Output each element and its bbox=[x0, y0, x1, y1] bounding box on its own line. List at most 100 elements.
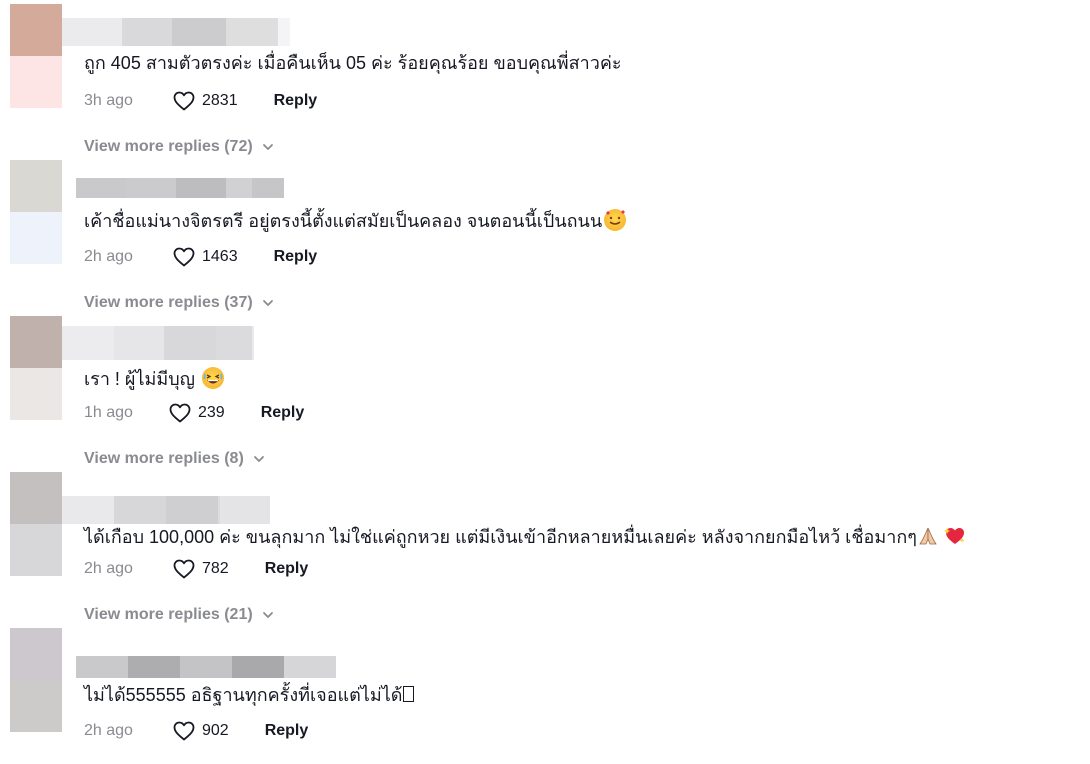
heart-icon bbox=[173, 91, 195, 111]
comment-text: ไม่ได้555555 อธิฐานทุกครั้งที่เจอแต่ไม่ไ… bbox=[84, 682, 415, 708]
comment-meta: 1h ago 239 Reply bbox=[84, 400, 304, 426]
avatar[interactable] bbox=[10, 160, 62, 264]
username-blur-block bbox=[172, 18, 226, 46]
username-blurred[interactable] bbox=[76, 178, 284, 198]
username-blur-block bbox=[220, 496, 270, 524]
like-count: 782 bbox=[202, 560, 229, 577]
username-blurred[interactable] bbox=[62, 496, 270, 524]
username-blur-block bbox=[76, 178, 126, 198]
comment-text: เค้าชื่อแม่นางจิตรตรี อยู่ตรงนี้ตั้งแต่ส… bbox=[84, 208, 627, 234]
folded-hands-icon bbox=[917, 525, 939, 547]
username-blur-block bbox=[226, 178, 252, 198]
username-blur-block bbox=[252, 178, 284, 198]
heart-icon bbox=[173, 721, 195, 741]
username-blur-block bbox=[278, 18, 290, 46]
comment-meta: 3h ago 2831 Reply bbox=[84, 88, 317, 114]
chevron-down-icon bbox=[262, 300, 273, 306]
comment-meta: 2h ago 902 Reply bbox=[84, 718, 308, 744]
reply-button[interactable]: Reply bbox=[274, 92, 318, 110]
view-more-replies-label: View more replies (8) bbox=[84, 450, 244, 467]
username-blurred[interactable] bbox=[62, 326, 254, 360]
username-blur-block bbox=[232, 656, 284, 678]
avatar-top-block bbox=[10, 316, 62, 368]
avatar-top-block bbox=[10, 472, 62, 524]
comment-item: ได้เกือบ 100,000 ค่ะ ขนลุกมาก ไม่ใช่แค่ถ… bbox=[0, 472, 1090, 632]
like-count: 239 bbox=[198, 404, 225, 421]
view-more-replies-button[interactable]: View more replies (8) bbox=[84, 446, 266, 472]
comment-text-content: ถูก 405 สามตัวตรงค่ะ เมื่อคืนเห็น 05 ค่ะ… bbox=[84, 53, 622, 73]
avatar[interactable] bbox=[10, 316, 62, 420]
username-blur-block bbox=[176, 178, 226, 198]
like-count: 1463 bbox=[202, 248, 238, 265]
username-blur-block bbox=[114, 326, 164, 360]
avatar-bottom-block bbox=[10, 368, 62, 420]
view-more-replies-button[interactable]: View more replies (37) bbox=[84, 290, 275, 316]
comment-time: 2h ago bbox=[84, 560, 133, 577]
like-count: 902 bbox=[202, 722, 229, 739]
sparkling-heart-icon bbox=[943, 525, 966, 547]
comment-text-content: เรา ! ผู้ไม่มีบุญ bbox=[84, 369, 196, 389]
username-blur-block bbox=[180, 656, 232, 678]
view-more-replies-label: View more replies (37) bbox=[84, 294, 253, 311]
avatar-bottom-block bbox=[10, 212, 62, 264]
like-button[interactable]: 2831 bbox=[172, 89, 238, 113]
avatar[interactable] bbox=[10, 472, 62, 576]
view-more-replies-label: View more replies (72) bbox=[84, 138, 253, 155]
missing-glyph-icon bbox=[403, 686, 415, 702]
username-blur-block bbox=[216, 326, 252, 360]
username-blur-block bbox=[62, 326, 114, 360]
like-button[interactable]: 1463 bbox=[172, 245, 238, 269]
like-button[interactable]: 902 bbox=[172, 719, 229, 743]
username-blurred[interactable] bbox=[62, 18, 290, 46]
reply-button[interactable]: Reply bbox=[265, 560, 309, 578]
view-more-replies-label: View more replies (21) bbox=[84, 606, 253, 623]
chevron-down-icon bbox=[262, 612, 273, 618]
laughing-face-icon bbox=[202, 367, 225, 389]
avatar-bottom-block bbox=[10, 56, 62, 108]
username-blur-block bbox=[126, 178, 176, 198]
comment-time: 2h ago bbox=[84, 722, 133, 739]
comment-text: ได้เกือบ 100,000 ค่ะ ขนลุกมาก ไม่ใช่แค่ถ… bbox=[84, 524, 966, 550]
username-blur-block bbox=[114, 496, 166, 524]
comment-text: เรา ! ผู้ไม่มีบุญ bbox=[84, 366, 225, 392]
heart-icon bbox=[173, 559, 195, 579]
username-blur-block bbox=[128, 656, 180, 678]
username-blur-block bbox=[166, 496, 218, 524]
reply-button[interactable]: Reply bbox=[261, 404, 305, 422]
username-blurred[interactable] bbox=[76, 656, 336, 678]
like-button[interactable]: 782 bbox=[172, 557, 229, 581]
like-count: 2831 bbox=[202, 92, 238, 109]
chevron-down-icon bbox=[262, 144, 273, 150]
reply-button[interactable]: Reply bbox=[274, 248, 318, 266]
username-blur-block bbox=[62, 496, 114, 524]
comment-time: 1h ago bbox=[84, 404, 133, 421]
avatar[interactable] bbox=[10, 628, 62, 732]
avatar-top-block bbox=[10, 628, 62, 680]
comment-time: 3h ago bbox=[84, 92, 133, 109]
reply-button[interactable]: Reply bbox=[265, 722, 309, 740]
comment-item: เค้าชื่อแม่นางจิตรตรี อยู่ตรงนี้ตั้งแต่ส… bbox=[0, 160, 1090, 320]
username-blur-block bbox=[226, 18, 278, 46]
like-button[interactable]: 239 bbox=[168, 401, 225, 425]
comment-text-content: ไม่ได้555555 อธิฐานทุกครั้งที่เจอแต่ไม่ไ… bbox=[84, 685, 403, 705]
comment-text-content: ได้เกือบ 100,000 ค่ะ ขนลุกมาก ไม่ใช่แค่ถ… bbox=[84, 527, 917, 547]
comment-text-content: เค้าชื่อแม่นางจิตรตรี อยู่ตรงนี้ตั้งแต่ส… bbox=[84, 211, 603, 231]
comment-meta: 2h ago 782 Reply bbox=[84, 556, 308, 582]
username-blur-block bbox=[252, 326, 254, 360]
username-blur-block bbox=[284, 656, 336, 678]
heart-icon bbox=[169, 403, 191, 423]
avatar[interactable] bbox=[10, 4, 62, 108]
view-more-replies-button[interactable]: View more replies (21) bbox=[84, 602, 275, 628]
smiling-face-with-hearts-icon bbox=[604, 209, 627, 231]
chevron-down-icon bbox=[253, 456, 264, 462]
comment-item: ถูก 405 สามตัวตรงค่ะ เมื่อคืนเห็น 05 ค่ะ… bbox=[0, 4, 1090, 164]
comment-meta: 2h ago 1463 Reply bbox=[84, 244, 317, 270]
username-blur-block bbox=[122, 18, 172, 46]
avatar-top-block bbox=[10, 160, 62, 212]
comment-time: 2h ago bbox=[84, 248, 133, 265]
view-more-replies-button[interactable]: View more replies (72) bbox=[84, 134, 275, 160]
username-blur-block bbox=[76, 656, 128, 678]
avatar-bottom-block bbox=[10, 524, 62, 576]
username-blur-block bbox=[62, 18, 122, 46]
comment-text: ถูก 405 สามตัวตรงค่ะ เมื่อคืนเห็น 05 ค่ะ… bbox=[84, 50, 622, 76]
